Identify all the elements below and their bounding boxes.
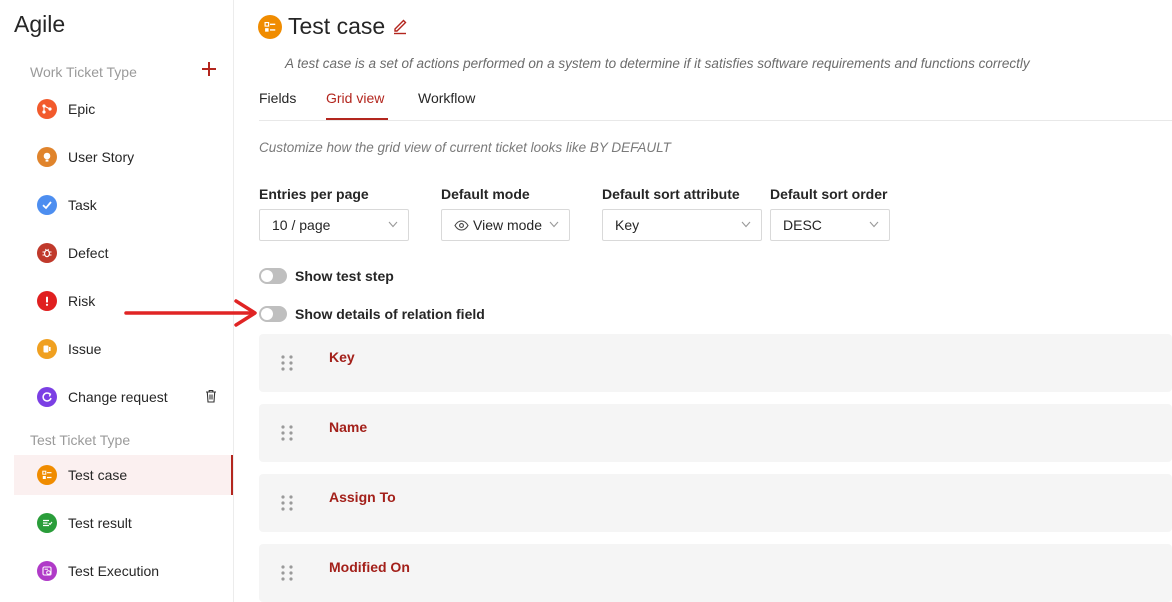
grid-column-label: Name — [329, 419, 368, 435]
grid-column-row[interactable]: Modified On — [259, 544, 1172, 602]
show-relation-details-toggle-row[interactable]: Show details of relation field — [259, 306, 485, 322]
default-sort-order-select[interactable]: DESC — [770, 209, 890, 241]
sidebar-item-test-case[interactable]: Test case — [14, 455, 233, 495]
entries-per-page-select[interactable]: 10 / page — [259, 209, 409, 241]
sidebar-item-label: Test case — [68, 467, 128, 483]
test-case-icon — [37, 465, 57, 485]
active-tab-indicator — [326, 118, 388, 120]
chevron-down-icon — [549, 221, 559, 228]
main-panel: Test case A test case is a set of action… — [234, 0, 1172, 602]
grid-column-row[interactable]: Name — [259, 404, 1172, 462]
tab-grid-view[interactable]: Grid view — [326, 90, 384, 106]
sidebar-item-label: Task — [68, 197, 97, 213]
defect-icon — [37, 243, 57, 263]
drag-handle-icon[interactable] — [280, 495, 294, 511]
risk-icon — [37, 291, 57, 311]
tab-workflow[interactable]: Workflow — [418, 90, 475, 106]
sidebar-item-defect[interactable]: Defect — [14, 233, 233, 273]
sidebar-item-label: Epic — [68, 101, 96, 117]
test-case-icon — [258, 15, 282, 39]
app-title: Agile — [14, 11, 66, 37]
sidebar-item-change-request[interactable]: Change request — [14, 377, 233, 417]
annotation-arrow-icon — [124, 299, 257, 327]
sidebar-item-test-result[interactable]: Test result — [14, 503, 233, 543]
ticket-type-description: A test case is a set of actions performe… — [285, 56, 1030, 71]
default-sort-order-value: DESC — [783, 217, 822, 233]
sidebar-item-epic[interactable]: Epic — [14, 89, 233, 129]
sidebar-item-label: Issue — [68, 341, 102, 357]
grid-column-row[interactable]: Assign To — [259, 474, 1172, 532]
entries-per-page-value: 10 / page — [272, 217, 331, 233]
work-ticket-type-label: Work Ticket Type — [30, 64, 137, 80]
grid-column-row[interactable]: Key — [259, 334, 1172, 392]
test-ticket-type-label: Test Ticket Type — [30, 432, 131, 448]
task-icon — [37, 195, 57, 215]
drag-handle-icon[interactable] — [280, 425, 294, 441]
test-execution-icon — [37, 561, 57, 581]
chevron-down-icon — [388, 221, 398, 228]
default-mode-select[interactable]: View mode — [441, 209, 570, 241]
default-sort-order-label: Default sort order — [770, 186, 888, 202]
show-test-step-toggle[interactable] — [259, 268, 287, 284]
show-test-step-label: Show test step — [295, 268, 394, 284]
change-request-icon — [37, 387, 57, 407]
default-sort-attribute-value: Key — [615, 217, 640, 233]
tab-bar: Fields Grid view Workflow — [259, 82, 1172, 121]
edit-icon[interactable] — [391, 17, 409, 35]
grid-column-label: Assign To — [329, 489, 396, 505]
grid-column-label: Key — [329, 349, 355, 365]
eye-icon — [454, 219, 469, 231]
grid-view-subtitle: Customize how the grid view of current t… — [259, 140, 671, 155]
show-relation-details-toggle[interactable] — [259, 306, 287, 322]
sidebar-item-task[interactable]: Task — [14, 185, 233, 225]
default-mode-label: Default mode — [441, 186, 530, 202]
sidebar-item-label: Test Execution — [68, 563, 160, 579]
trash-icon[interactable] — [205, 389, 217, 403]
default-mode-value: View mode — [473, 217, 543, 233]
entries-per-page-label: Entries per page — [259, 186, 369, 202]
drag-handle-icon[interactable] — [280, 565, 294, 581]
issue-icon — [37, 339, 57, 359]
grid-column-label: Modified On — [329, 559, 410, 575]
epic-icon — [37, 99, 57, 119]
default-sort-attribute-label: Default sort attribute — [602, 186, 740, 202]
chevron-down-icon — [869, 221, 879, 228]
user-story-icon — [37, 147, 57, 167]
sidebar-item-label: Risk — [68, 293, 96, 309]
tab-fields[interactable]: Fields — [259, 90, 296, 106]
sidebar-item-test-execution[interactable]: Test Execution — [14, 551, 233, 591]
default-sort-attribute-select[interactable]: Key — [602, 209, 762, 241]
sidebar-item-user-story[interactable]: User Story — [14, 137, 233, 177]
sidebar-item-issue[interactable]: Issue — [14, 329, 233, 369]
sidebar-item-label: Change request — [68, 389, 168, 405]
page-title: Test case — [288, 13, 386, 39]
show-relation-details-label: Show details of relation field — [295, 306, 485, 322]
drag-handle-icon[interactable] — [280, 355, 294, 371]
sidebar-item-label: Test result — [68, 515, 132, 531]
sidebar-item-label: User Story — [68, 149, 135, 165]
show-test-step-toggle-row[interactable]: Show test step — [259, 268, 394, 284]
chevron-down-icon — [741, 221, 751, 228]
test-result-icon — [37, 513, 57, 533]
sidebar-item-label: Defect — [68, 245, 109, 261]
add-ticket-type-button[interactable] — [200, 60, 218, 78]
